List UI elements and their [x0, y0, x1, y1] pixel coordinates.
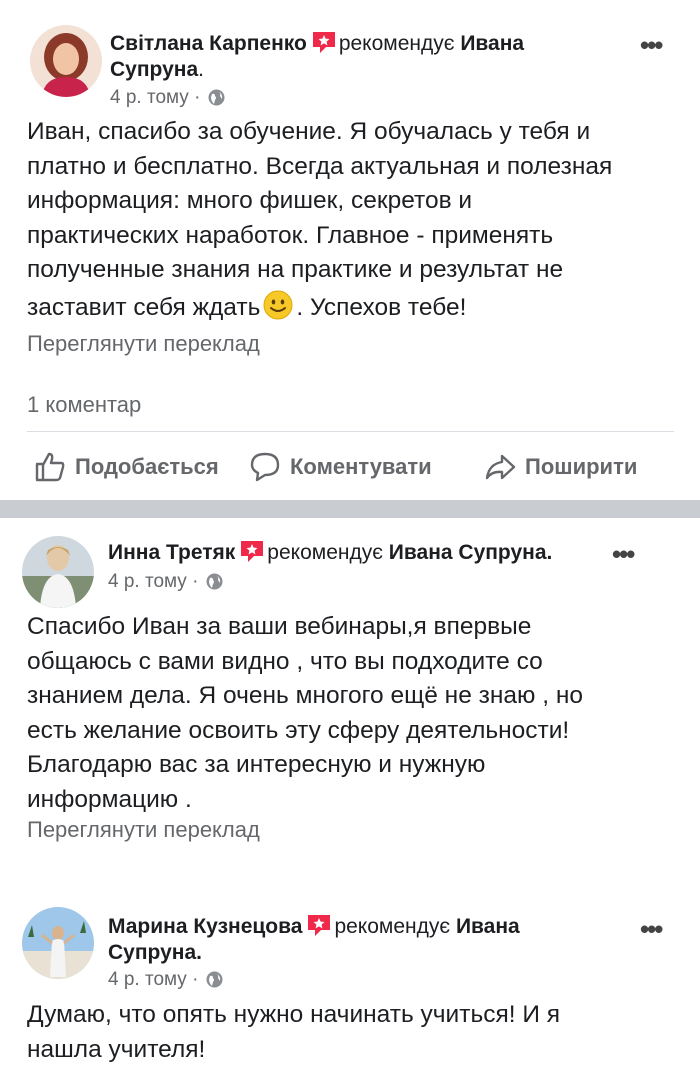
- page-link-cont[interactable]: Супруна: [110, 58, 198, 81]
- author-name[interactable]: Світлана Карпенко: [110, 32, 307, 55]
- recommends-verb: рекомендує: [267, 541, 383, 564]
- thumbs-up-icon: [35, 452, 65, 482]
- post-text: Спасибо Иван за ваши вебинары,я впервые …: [27, 613, 583, 813]
- avatar[interactable]: [22, 907, 94, 979]
- page-link[interactable]: Ивана Супруна.: [389, 541, 553, 564]
- globe-icon: [206, 971, 223, 988]
- recommends-verb: рекомендує: [334, 915, 451, 938]
- page-link[interactable]: Ивана: [460, 32, 524, 55]
- post-text: Иван, спасибо за обучение. Я обучалась у…: [27, 118, 613, 321]
- post-meta: 4 р. тому ·: [108, 570, 223, 594]
- recommends-verb: рекомендує: [338, 32, 455, 55]
- recommend-icon: [306, 913, 332, 937]
- more-options-button[interactable]: •••: [612, 541, 635, 567]
- recommend-icon: [239, 539, 265, 563]
- post-2: Инна Третяк рекомендує Ивана Супруна. •••…: [0, 518, 700, 888]
- more-options-button[interactable]: •••: [640, 916, 663, 942]
- page-link[interactable]: Ивана: [456, 915, 520, 938]
- author-name[interactable]: Марина Кузнецова: [108, 915, 302, 938]
- post-header: Марина Кузнецова рекомендує Ивана Супруна…: [108, 913, 628, 966]
- recommend-icon: [311, 30, 337, 54]
- post-1: Світлана Карпенко рекомендує Ивана Супрун…: [0, 0, 700, 500]
- post-meta: 4 р. тому ·: [108, 968, 223, 992]
- timestamp[interactable]: 4 р. тому: [110, 87, 189, 108]
- smile-emoji-icon: [263, 290, 293, 320]
- timestamp[interactable]: 4 р. тому: [108, 969, 187, 990]
- post-header: Світлана Карпенко рекомендує Ивана Супрун…: [110, 30, 525, 81]
- comment-icon: [250, 452, 280, 482]
- like-button[interactable]: Подобається: [33, 447, 219, 487]
- comments-count[interactable]: 1 коментар: [27, 391, 141, 419]
- more-options-button[interactable]: •••: [640, 32, 663, 58]
- globe-icon: [206, 573, 223, 590]
- avatar[interactable]: [22, 536, 94, 608]
- share-icon: [485, 454, 516, 480]
- globe-icon: [208, 89, 225, 106]
- post-meta: 4 р. тому ·: [110, 86, 225, 110]
- comment-button[interactable]: Коментувати: [248, 447, 432, 487]
- divider: [27, 431, 674, 432]
- avatar[interactable]: [30, 25, 102, 97]
- post-3: Марина Кузнецова рекомендує Ивана Супруна…: [0, 895, 700, 1090]
- page-link-cont[interactable]: Супруна.: [108, 941, 202, 964]
- see-translation-link[interactable]: Переглянути переклад: [27, 330, 260, 358]
- author-name[interactable]: Инна Третяк: [108, 541, 235, 564]
- share-button[interactable]: Поширити: [483, 447, 637, 487]
- post-header: Инна Третяк рекомендує Ивана Супруна.: [108, 539, 628, 566]
- post-text: Думаю, что опять нужно начинать учиться!…: [27, 1001, 561, 1063]
- feed-separator: [0, 500, 700, 518]
- see-translation-link[interactable]: Переглянути переклад: [27, 816, 260, 844]
- post-actions: Подобається Коментувати Поширити: [0, 447, 700, 487]
- timestamp[interactable]: 4 р. тому: [108, 571, 187, 592]
